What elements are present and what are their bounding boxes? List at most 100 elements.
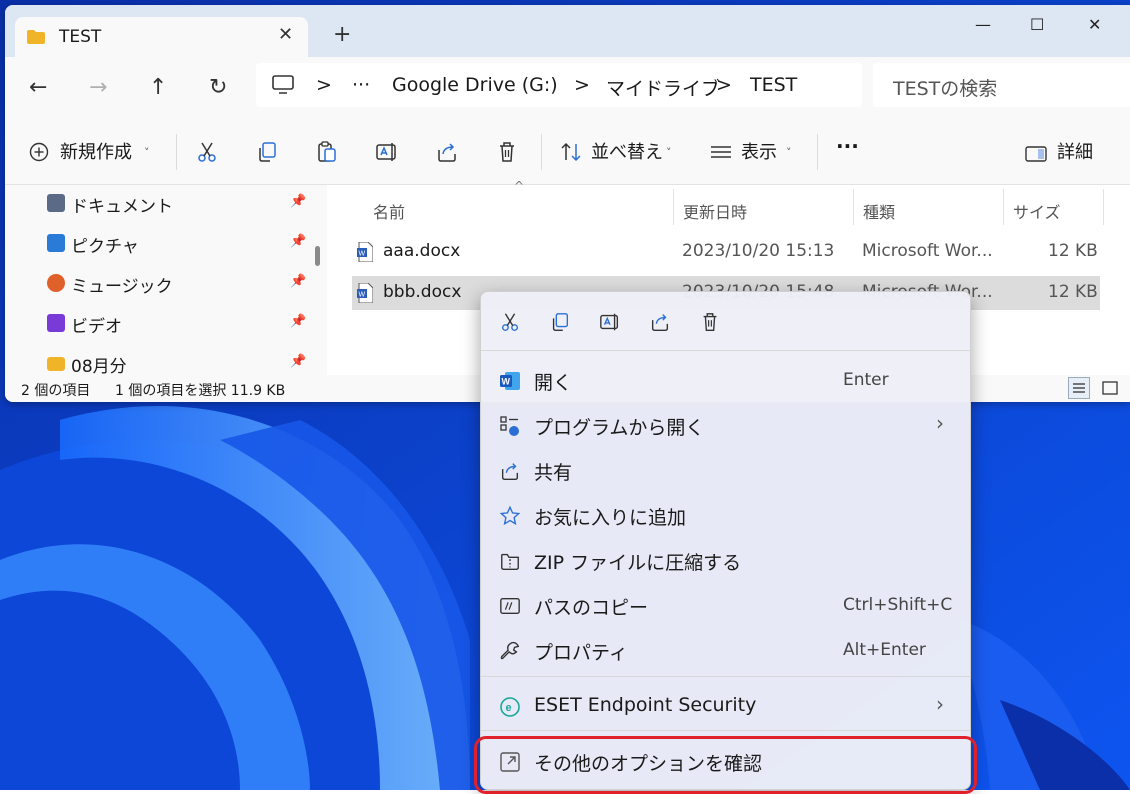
svg-text:e: e — [506, 702, 512, 714]
file-size: 12 KB — [1048, 241, 1098, 261]
menu-item-compress-zip[interactable]: ZIP ファイルに圧縮する — [481, 538, 970, 582]
up-button[interactable]: ↑ — [149, 75, 167, 100]
rename-icon[interactable] — [375, 140, 399, 164]
more-options-button[interactable]: ··· — [836, 134, 859, 158]
toolbar-divider — [817, 134, 818, 170]
tab-test[interactable]: TEST ✕ — [15, 17, 308, 57]
menu-item-label: お気に入りに追加 — [534, 507, 687, 529]
plus-circle-icon — [29, 142, 49, 162]
sidebar-item-pictures[interactable]: ピクチャ 📌 — [45, 225, 315, 265]
column-name[interactable]: 名前 — [373, 199, 405, 223]
menu-item-add-favorite[interactable]: お気に入りに追加 — [481, 493, 970, 537]
column-type[interactable]: 種類 — [863, 199, 895, 223]
breadcrumb-my-drive[interactable]: マイドライブ — [606, 74, 720, 101]
address-bar[interactable]: > ··· Google Drive (G:) > マイドライブ > TEST — [256, 63, 862, 107]
refresh-button[interactable]: ↻ — [209, 75, 227, 100]
share-icon — [501, 463, 519, 480]
item-count: 2 個の項目 — [21, 383, 91, 399]
sidebar-item-label: ミュージック — [71, 277, 173, 297]
search-box[interactable]: TESTの検索 — [873, 63, 1130, 107]
chevron-down-icon: ˅ — [786, 146, 792, 159]
paste-icon[interactable] — [315, 140, 339, 164]
eset-icon: e — [500, 697, 520, 717]
menu-item-label: ESET Endpoint Security — [534, 694, 757, 716]
back-button[interactable]: ← — [29, 75, 47, 100]
videos-icon — [47, 314, 65, 332]
address-overflow-button[interactable]: ··· — [352, 74, 370, 96]
file-size: 12 KB — [1048, 282, 1098, 302]
music-icon — [47, 274, 65, 292]
details-button[interactable]: 詳細 — [1057, 138, 1093, 164]
breadcrumb-test[interactable]: TEST — [750, 74, 797, 96]
svg-text:W: W — [359, 292, 366, 299]
rename-icon[interactable] — [599, 311, 621, 333]
svg-text:W: W — [359, 251, 366, 258]
column-divider[interactable] — [673, 189, 674, 225]
menu-divider — [481, 676, 970, 677]
sidebar-item-documents[interactable]: ドキュメント 📌 — [45, 185, 315, 225]
sidebar-scrollbar[interactable] — [315, 246, 320, 266]
delete-icon[interactable] — [495, 140, 519, 164]
maximize-button[interactable]: ☐ — [1030, 15, 1044, 34]
search-placeholder: TESTの検索 — [893, 78, 998, 100]
delete-icon[interactable] — [699, 311, 721, 333]
close-tab-icon[interactable]: ✕ — [278, 24, 293, 45]
zip-icon — [501, 553, 519, 570]
cut-icon[interactable] — [499, 311, 521, 333]
chevron-right-icon: > — [716, 74, 732, 96]
pin-icon: 📌 — [290, 314, 307, 329]
this-pc-icon — [272, 75, 294, 94]
menu-item-properties[interactable]: プロパティ Alt+Enter — [481, 628, 970, 672]
menu-item-shortcut: Alt+Enter — [843, 640, 926, 660]
sort-button[interactable]: 並べ替え — [591, 138, 663, 164]
menu-item-label: 共有 — [534, 462, 573, 484]
share-icon[interactable] — [649, 311, 671, 333]
table-row[interactable]: W aaa.docx 2023/10/20 15:13 Microsoft Wo… — [352, 235, 1100, 269]
copy-icon[interactable] — [255, 140, 279, 164]
share-icon[interactable] — [435, 140, 459, 164]
selection-info: 1 個の項目を選択 11.9 KB — [115, 383, 286, 399]
new-tab-button[interactable]: + — [333, 22, 351, 47]
menu-item-open[interactable]: W 開く Enter — [481, 358, 970, 402]
chevron-right-icon: > — [574, 74, 590, 96]
close-window-button[interactable]: ✕ — [1088, 15, 1101, 34]
pin-icon: 📌 — [290, 274, 307, 289]
column-modified[interactable]: 更新日時 — [683, 199, 747, 223]
folder-icon — [27, 30, 45, 44]
svg-text:W: W — [502, 377, 511, 387]
sidebar-item-videos[interactable]: ビデオ 📌 — [45, 305, 315, 345]
menu-item-shortcut: Ctrl+Shift+C — [843, 595, 953, 615]
cut-icon[interactable] — [195, 140, 219, 164]
file-name: aaa.docx — [383, 241, 461, 261]
file-name: bbb.docx — [383, 282, 462, 302]
chevron-right-icon: > — [316, 74, 332, 96]
word-document-icon: W — [357, 242, 373, 262]
open-with-icon — [500, 416, 519, 436]
menu-item-open-with[interactable]: プログラムから開く › — [481, 403, 970, 447]
details-view-icon[interactable] — [1068, 377, 1090, 399]
breadcrumb-google-drive[interactable]: Google Drive (G:) — [392, 74, 558, 96]
menu-item-shortcut: Enter — [843, 370, 889, 390]
menu-item-eset[interactable]: e ESET Endpoint Security › — [481, 684, 970, 728]
copy-icon[interactable] — [549, 311, 571, 333]
sort-ascending-icon: ^ — [514, 179, 525, 193]
pin-icon: 📌 — [290, 354, 307, 369]
forward-button[interactable]: → — [89, 75, 107, 100]
column-divider[interactable] — [1003, 189, 1004, 225]
minimize-button[interactable]: — — [975, 15, 991, 34]
column-size[interactable]: サイズ — [1013, 199, 1061, 223]
tab-title: TEST — [59, 27, 102, 47]
sidebar-item-music[interactable]: ミュージック 📌 — [45, 265, 315, 305]
new-button[interactable]: 新規作成 — [60, 138, 132, 164]
view-button[interactable]: 表示 — [741, 138, 777, 164]
menu-item-label: プロパティ — [534, 642, 628, 664]
menu-item-share[interactable]: 共有 — [481, 448, 970, 492]
menu-item-label: 開く — [534, 372, 573, 394]
context-menu: W 開く Enter プログラムから開く › 共有 お気に入りに追加 ZIP フ — [474, 291, 977, 794]
menu-item-copy-path[interactable]: パスのコピー Ctrl+Shift+C — [481, 583, 970, 627]
column-divider[interactable] — [853, 189, 854, 225]
column-divider[interactable] — [1103, 189, 1104, 225]
documents-icon — [47, 194, 65, 212]
pictures-icon — [47, 234, 65, 252]
tiles-view-icon[interactable] — [1099, 377, 1121, 399]
